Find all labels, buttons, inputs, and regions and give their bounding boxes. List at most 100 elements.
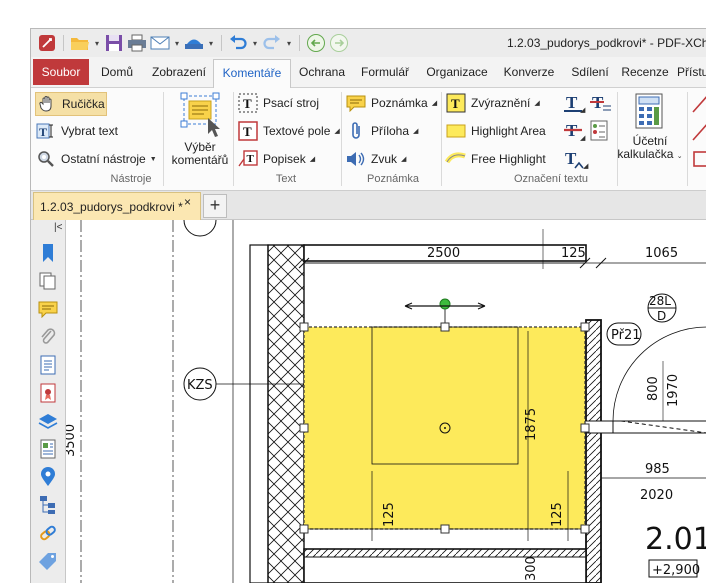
chevron-down-icon[interactable]: ▾ <box>207 39 215 48</box>
dropdown-marker: ◢ <box>334 128 340 135</box>
dropdown-marker: ◢ <box>583 163 589 170</box>
menu-recenze[interactable]: Recenze <box>619 59 671 85</box>
hand-tool-label: Ručička <box>62 97 105 111</box>
highlight-button[interactable]: T Zvýraznění ◢ <box>445 92 540 114</box>
menu-zobrazeni[interactable]: Zobrazení <box>145 59 213 85</box>
app-logo-icon[interactable] <box>37 33 57 53</box>
text-box-button[interactable]: T Textové pole ◢ <box>237 120 340 142</box>
collapse-sidebar-icon[interactable]: |< <box>54 222 62 233</box>
comment-list-icon[interactable] <box>589 120 611 145</box>
menu-soubor[interactable]: Soubor <box>33 59 89 85</box>
free-highlight-button[interactable]: Free Highlight <box>445 148 546 170</box>
replace-text-icon[interactable]: T <box>589 92 613 117</box>
pages-icon[interactable] <box>37 270 59 292</box>
document-tab[interactable]: 1.2.03_pudorys_podkrovi * × <box>33 192 201 220</box>
callout-button[interactable]: T Popisek ◢ <box>237 148 315 170</box>
email-icon[interactable] <box>150 33 170 53</box>
location-pin-icon[interactable] <box>37 466 59 488</box>
svg-text:T: T <box>566 93 578 112</box>
open-folder-icon[interactable] <box>70 33 90 53</box>
calculator-button[interactable]: Účetní kalkulačka ⌄ <box>615 92 685 163</box>
select-text-icon: T <box>35 120 57 142</box>
rotate-handle-icon[interactable] <box>439 298 451 310</box>
new-tab-button[interactable]: + <box>203 194 227 218</box>
callout-label: Popisek <box>263 152 306 166</box>
content-panel-icon[interactable] <box>37 438 59 460</box>
document-canvas[interactable]: 2500 125 1065 1875 125 125 300 KZS 3500 … <box>66 220 706 583</box>
menu-konverze[interactable]: Konverze <box>499 59 559 85</box>
dropdown-marker: ◢ <box>401 156 407 163</box>
document-tab-label: 1.2.03_pudorys_podkrovi * <box>40 200 183 214</box>
undo-icon[interactable] <box>228 33 248 53</box>
speaker-icon <box>345 148 367 170</box>
links-icon[interactable] <box>37 522 59 544</box>
sound-label: Zvuk <box>371 152 398 166</box>
arrow-shape-icon[interactable] <box>691 120 706 145</box>
menu-domu[interactable]: Domů <box>93 59 141 85</box>
text-box-icon: T <box>237 120 259 142</box>
left-sidebar: |< <box>31 220 66 583</box>
menu-formular[interactable]: Formulář <box>355 59 415 85</box>
svg-text:T: T <box>451 96 460 111</box>
window-title: 1.2.03_pudorys_podkrovi* - PDF-XCha <box>507 36 706 50</box>
document-tabs-bar: 1.2.03_pudorys_podkrovi * × + <box>31 191 706 220</box>
chevron-down-icon[interactable]: ▾ <box>173 39 181 48</box>
group-label-markup: Označení textu <box>514 173 588 185</box>
select-comments-button[interactable]: Výběr komentářů <box>169 92 231 167</box>
save-icon[interactable] <box>104 33 124 53</box>
redo-icon[interactable] <box>262 33 282 53</box>
other-tools-button[interactable]: Ostatní nástroje ▼ <box>35 148 157 170</box>
chevron-down-icon[interactable]: ▾ <box>93 39 101 48</box>
rectangle-shape-icon[interactable] <box>691 148 706 173</box>
menu-bar: Soubor Domů Zobrazení Komentáře Ochrana … <box>31 57 706 88</box>
highlight-area-icon <box>445 120 467 142</box>
forward-icon[interactable] <box>329 33 349 53</box>
dropdown-marker: ◢ <box>580 135 586 142</box>
print-icon[interactable] <box>127 33 147 53</box>
chevron-down-icon[interactable]: ▾ <box>251 39 259 48</box>
tags-icon[interactable] <box>37 550 59 572</box>
highlight-area-label: Highlight Area <box>471 124 546 138</box>
signatures-panel-icon[interactable] <box>37 382 59 404</box>
svg-text:T: T <box>565 149 577 168</box>
comments-panel-icon[interactable] <box>37 298 59 320</box>
chevron-down-icon[interactable]: ▾ <box>285 39 293 48</box>
hand-icon <box>36 93 58 115</box>
sound-button[interactable]: Zvuk ◢ <box>345 148 406 170</box>
hand-tool-button[interactable]: Ručička <box>35 92 107 116</box>
calculator-icon <box>630 92 670 135</box>
structure-tree-icon[interactable] <box>37 494 59 516</box>
label-tag-top: 28L <box>649 294 671 308</box>
layers-icon[interactable] <box>37 410 59 432</box>
note-button[interactable]: Poznámka ◢ <box>345 92 437 114</box>
note-label: Poznámka <box>371 96 428 110</box>
insert-text-icon[interactable]: T <box>563 148 585 173</box>
menu-ochrana[interactable]: Ochrana <box>293 59 351 85</box>
note-icon <box>345 92 367 114</box>
line-shape-icon[interactable] <box>691 92 706 117</box>
attachment-button[interactable]: Příloha ◢ <box>345 120 418 142</box>
document-properties-icon[interactable] <box>37 354 59 376</box>
elevation-label: +2,900 <box>652 563 700 578</box>
highlight-area-button[interactable]: Highlight Area <box>445 120 546 142</box>
select-text-button[interactable]: T Vybrat text <box>35 120 118 142</box>
menu-pristupnost[interactable]: Přístu <box>677 59 706 85</box>
back-icon[interactable] <box>306 33 326 53</box>
close-icon[interactable]: × <box>184 195 191 209</box>
attachments-panel-icon[interactable] <box>37 326 59 348</box>
group-separator <box>687 92 688 186</box>
gear-search-icon <box>35 148 57 170</box>
dim-2500: 2500 <box>427 246 460 261</box>
menu-sdileni[interactable]: Sdílení <box>565 59 615 85</box>
ribbon: Ručička T Vybrat text Ostatní nástroje ▼… <box>31 88 706 191</box>
other-tools-label: Ostatní nástroje <box>61 152 146 166</box>
group-separator <box>233 92 234 186</box>
label-kzs: KZS <box>187 378 213 393</box>
bookmarks-icon[interactable] <box>37 242 59 264</box>
scanner-icon[interactable] <box>184 33 204 53</box>
paperclip-icon <box>345 120 367 142</box>
menu-komentare[interactable]: Komentáře <box>213 59 291 88</box>
menu-organizace[interactable]: Organizace <box>421 59 493 85</box>
dropdown-marker: ◢ <box>534 100 540 107</box>
typewriter-button[interactable]: T Psací stroj <box>237 92 319 114</box>
